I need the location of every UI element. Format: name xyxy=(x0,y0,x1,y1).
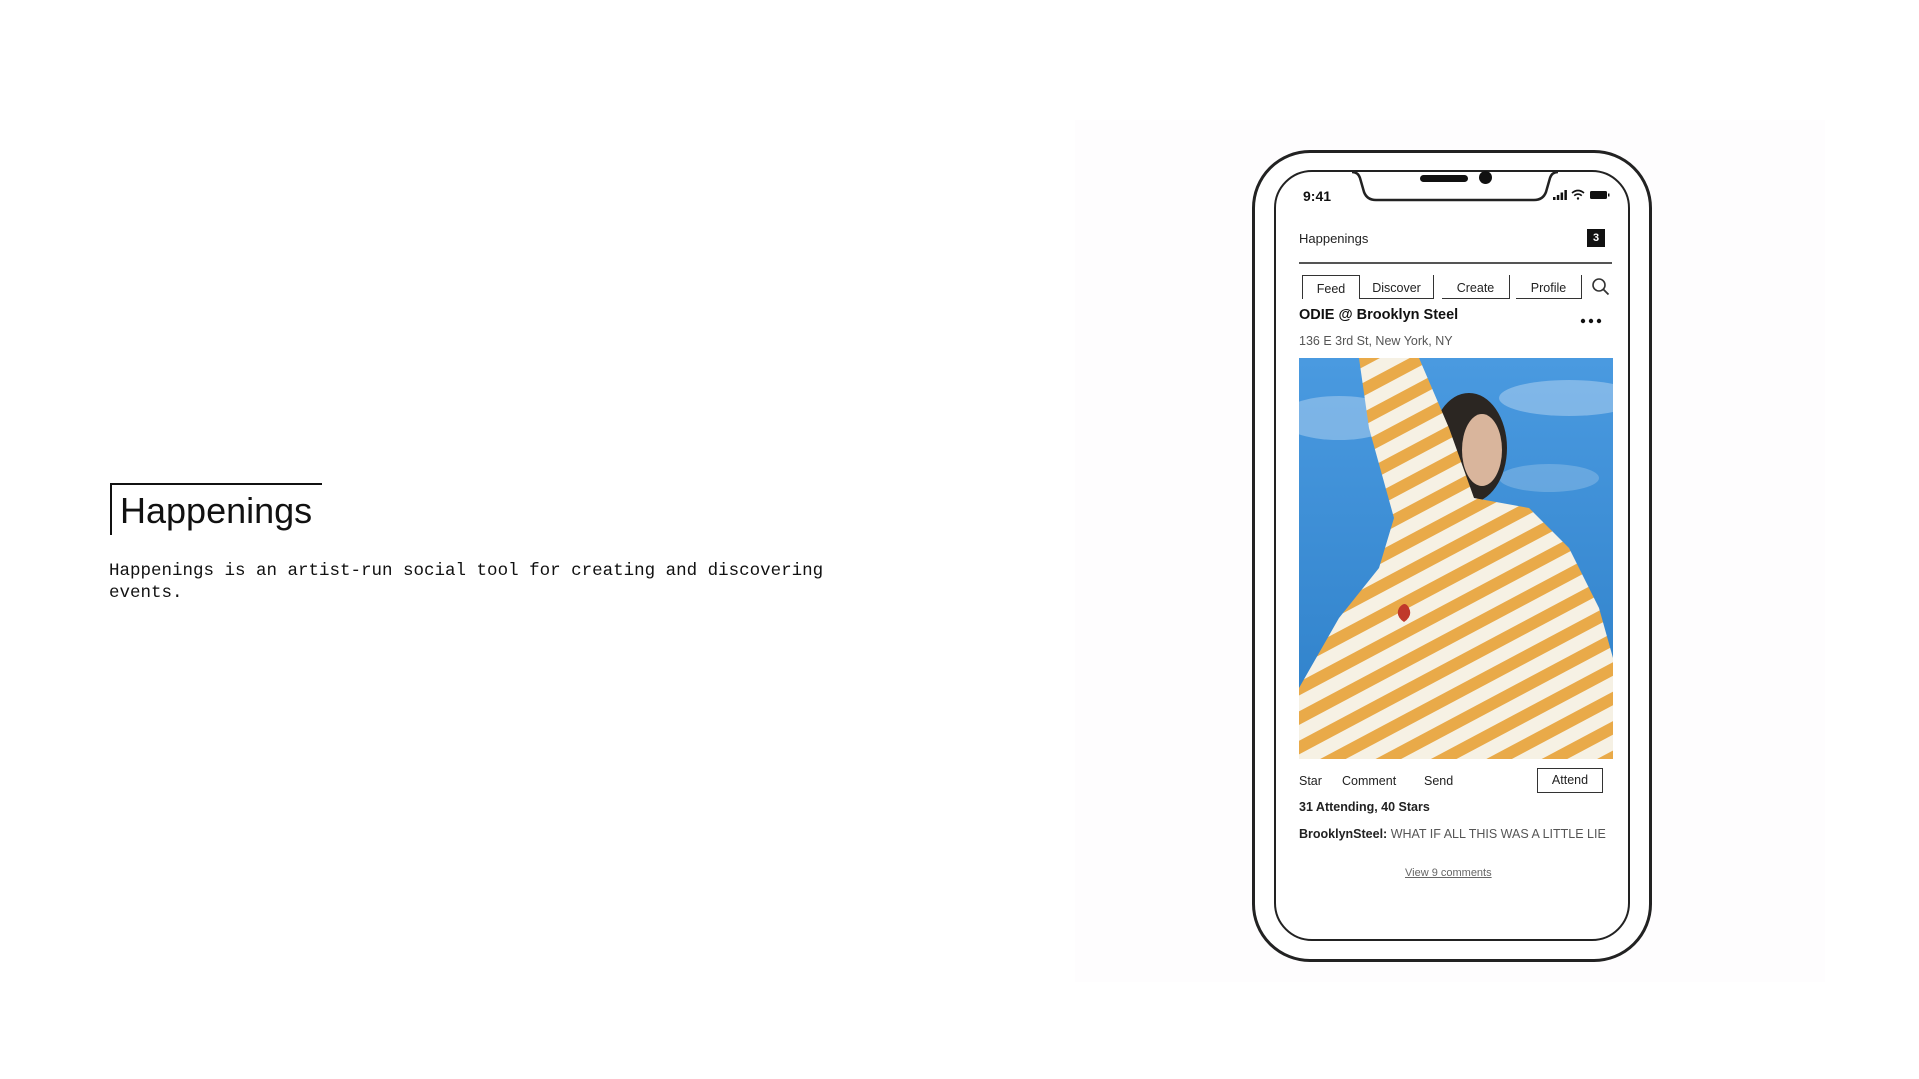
attend-button[interactable]: Attend xyxy=(1537,768,1603,793)
front-camera xyxy=(1479,171,1492,184)
event-stats: 31 Attending, 40 Stars xyxy=(1299,800,1430,814)
caption-text: WHAT IF ALL THIS WAS A LITTLE LIE xyxy=(1387,827,1606,841)
status-time: 9:41 xyxy=(1303,188,1332,204)
signal-icon xyxy=(1553,190,1567,200)
speaker-grille xyxy=(1420,175,1468,182)
tab-feed[interactable]: Feed xyxy=(1302,275,1360,299)
view-comments-link[interactable]: View 9 comments xyxy=(1405,867,1492,879)
tab-discover[interactable]: Discover xyxy=(1360,275,1434,299)
tab-profile[interactable]: Profile xyxy=(1516,275,1582,299)
intro-description: Happenings is an artist-run social tool … xyxy=(109,561,824,603)
comment-action[interactable]: Comment xyxy=(1342,774,1396,788)
send-action[interactable]: Send xyxy=(1424,774,1453,788)
post-caption: BrooklynSteel: WHAT IF ALL THIS WAS A LI… xyxy=(1299,827,1606,841)
header-divider xyxy=(1299,262,1612,264)
status-icons xyxy=(1553,188,1615,207)
intro-title: Happenings xyxy=(120,490,313,531)
event-address: 136 E 3rd St, New York, NY xyxy=(1299,334,1453,348)
more-options-icon[interactable] xyxy=(1580,318,1602,324)
star-action[interactable]: Star xyxy=(1299,774,1322,788)
notch-outline xyxy=(1351,170,1559,202)
app-header-title: Happenings xyxy=(1299,231,1369,246)
tab-create[interactable]: Create xyxy=(1442,275,1510,299)
event-title[interactable]: ODIE @ Brooklyn Steel xyxy=(1299,307,1458,323)
notification-badge[interactable]: 3 xyxy=(1587,229,1605,247)
battery-icon xyxy=(1590,191,1610,199)
wifi-icon xyxy=(1571,189,1585,200)
search-icon[interactable] xyxy=(1591,277,1611,297)
event-photo[interactable] xyxy=(1299,358,1613,759)
caption-author[interactable]: BrooklynSteel: xyxy=(1299,827,1387,841)
